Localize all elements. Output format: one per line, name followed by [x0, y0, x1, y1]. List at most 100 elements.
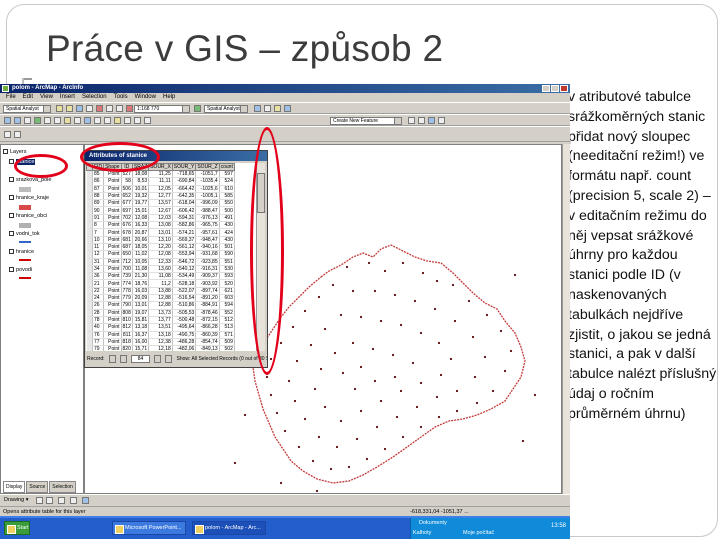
- last-record-button[interactable]: [165, 355, 173, 363]
- table-cell[interactable]: 36: [92, 272, 105, 281]
- table-row[interactable]: 78 Point 810 15,81 13,77 -500,48 -872,15 512: [86, 316, 235, 325]
- table-cell[interactable]: 13,88: [148, 287, 173, 296]
- table-cell[interactable]: -522,07: [172, 287, 197, 296]
- toc-layer-povodi[interactable]: povodi: [9, 265, 32, 275]
- table-cell[interactable]: Point: [103, 243, 122, 252]
- table-cell[interactable]: 12: [92, 250, 105, 259]
- identify-icon[interactable]: [274, 105, 281, 112]
- table-cell[interactable]: -642,35: [172, 192, 197, 201]
- layer-visibility-checkbox[interactable]: [9, 177, 14, 183]
- column-header-count[interactable]: count: [218, 163, 235, 171]
- table-cell[interactable]: 20,66: [132, 236, 150, 244]
- hyperlink-icon[interactable]: [114, 117, 121, 124]
- table-cell[interactable]: Point: [103, 301, 122, 310]
- table-cell[interactable]: -916,31: [195, 265, 220, 274]
- menu-tools[interactable]: Tools: [114, 93, 128, 102]
- tray-link-moje-pocitac[interactable]: Moje počítač: [463, 530, 494, 536]
- count-cell[interactable]: 430: [219, 221, 235, 230]
- toc-layer-hranice-obci[interactable]: hranice_obci: [9, 211, 47, 221]
- print-icon[interactable]: [86, 105, 93, 112]
- table-row[interactable]: 7 Point 678 20,87 13,01 -574,21 -957,61 424: [86, 228, 235, 237]
- table-cell[interactable]: 34: [92, 265, 105, 274]
- previous-extent-icon[interactable]: [44, 117, 51, 124]
- count-cell[interactable]: 501: [219, 243, 235, 252]
- table-cell[interactable]: 15,01: [132, 206, 150, 215]
- table-cell[interactable]: Point: [103, 206, 122, 215]
- table-cell[interactable]: 20,87: [132, 228, 150, 237]
- table-cell[interactable]: -854,74: [195, 338, 220, 347]
- count-cell[interactable]: 550: [219, 199, 235, 208]
- layer-visibility-checkbox[interactable]: [9, 249, 14, 255]
- table-cell[interactable]: 12,08: [148, 250, 173, 259]
- count-cell[interactable]: 513: [219, 323, 235, 332]
- table-cell[interactable]: Point: [103, 316, 122, 325]
- table-cell[interactable]: Point: [103, 177, 122, 186]
- count-cell[interactable]: 590: [219, 250, 235, 259]
- tab-selection[interactable]: Selection: [49, 481, 76, 493]
- count-cell[interactable]: 502: [219, 345, 235, 351]
- sketch-properties-icon[interactable]: [438, 117, 445, 124]
- editor-icon[interactable]: [254, 105, 261, 112]
- layer-toolbar-icon-2[interactable]: [14, 131, 21, 138]
- table-cell[interactable]: -569,37: [172, 236, 197, 244]
- table-row[interactable]: 11 Point 687 18,05 12,20 -561,12 -940,16 501: [86, 243, 235, 252]
- table-cell[interactable]: 810: [121, 316, 133, 325]
- table-cell[interactable]: 697: [121, 206, 133, 215]
- table-cell[interactable]: -574,21: [172, 228, 197, 237]
- table-row[interactable]: 31 Point 712 10,05 12,33 -546,72 -923,85 551: [86, 258, 235, 266]
- table-cell[interactable]: -884,91: [195, 301, 220, 310]
- table-cell[interactable]: Point: [103, 323, 122, 332]
- table-cell[interactable]: -690,84: [172, 177, 197, 186]
- table-cell[interactable]: -897,74: [195, 287, 220, 296]
- table-cell[interactable]: -923,85: [195, 258, 220, 266]
- table-cell[interactable]: 15,81: [132, 316, 150, 325]
- table-cell[interactable]: -860,39: [195, 331, 220, 339]
- next-record-button[interactable]: [153, 355, 162, 363]
- layer-visibility-checkbox[interactable]: [9, 231, 14, 237]
- table-row[interactable]: 88 Point 652 19,32 12,77 -642,35 -1005,1 585: [86, 192, 235, 201]
- table-cell[interactable]: 22: [92, 287, 105, 296]
- table-cell[interactable]: 18,76: [132, 279, 150, 288]
- table-cell[interactable]: 12,08: [132, 214, 150, 223]
- table-cell[interactable]: 20,09: [132, 294, 150, 303]
- table-cell[interactable]: 8,53: [132, 177, 150, 186]
- toc-layer-hranice[interactable]: hranice: [9, 247, 34, 257]
- table-cell[interactable]: -516,54: [172, 294, 197, 303]
- toc-layers-header[interactable]: Layers: [3, 147, 27, 157]
- table-cell[interactable]: 13,18: [132, 323, 150, 332]
- layer-visibility-checkbox[interactable]: [9, 195, 14, 201]
- table-cell[interactable]: Point: [103, 265, 122, 274]
- table-cell[interactable]: -486,28: [172, 338, 197, 347]
- table-cell[interactable]: -940,16: [195, 243, 220, 252]
- table-row[interactable]: 26 Point 790 13,01 12,88 -510,86 -884,91 594: [86, 301, 235, 310]
- tab-display[interactable]: Display: [3, 481, 26, 493]
- table-cell[interactable]: -510,86: [172, 301, 197, 310]
- new-document-icon[interactable]: [56, 105, 63, 112]
- previous-record-button[interactable]: [119, 355, 128, 363]
- layer-combo[interactable]: Spatial Analyst ▾: [204, 105, 248, 113]
- table-cell[interactable]: -482,06: [172, 345, 197, 351]
- select-arrow-icon[interactable]: [36, 497, 43, 504]
- table-row[interactable]: 79 Point 820 15,71 12,18 -482,06 -849,13 502: [86, 345, 235, 351]
- table-cell[interactable]: 21,30: [132, 272, 150, 281]
- table-cell[interactable]: 13,73: [148, 309, 173, 317]
- layer-toolbar-icon[interactable]: [4, 131, 11, 138]
- table-cell[interactable]: -903,92: [195, 279, 220, 288]
- cut-icon[interactable]: [96, 105, 103, 112]
- spatial-analyst-combo[interactable]: Spatial Analyst: [3, 105, 51, 113]
- table-cell[interactable]: -849,13: [195, 345, 220, 351]
- table-cell[interactable]: 19,77: [132, 199, 150, 208]
- table-cell[interactable]: 7: [92, 228, 105, 237]
- measure-icon[interactable]: [104, 117, 111, 124]
- table-cell[interactable]: 18,05: [132, 243, 150, 252]
- column-header[interactable]: SOUR_Y: [171, 163, 197, 171]
- table-cell[interactable]: 90: [92, 206, 105, 215]
- table-cell[interactable]: -582,86: [172, 221, 197, 230]
- table-cell[interactable]: 11,2: [148, 279, 173, 288]
- rotate-icon[interactable]: [418, 117, 425, 124]
- count-cell[interactable]: 530: [219, 265, 235, 274]
- table-cell[interactable]: 11,02: [132, 250, 150, 259]
- table-cell[interactable]: 11,08: [132, 265, 150, 274]
- copy-icon[interactable]: [106, 105, 113, 112]
- table-cell[interactable]: 12,38: [148, 338, 173, 347]
